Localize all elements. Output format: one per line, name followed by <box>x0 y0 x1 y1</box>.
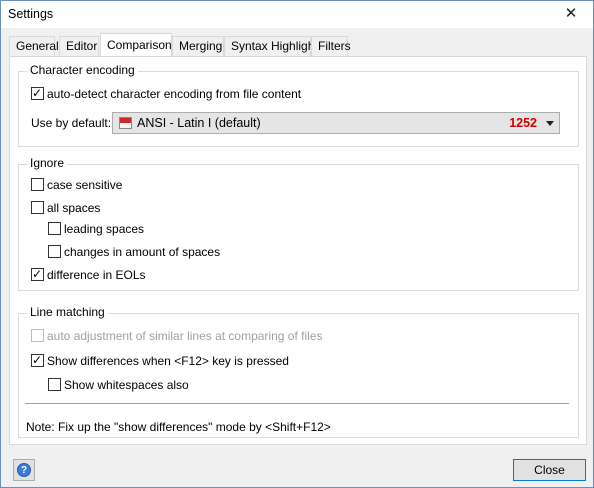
character-encoding-group: Character encoding ✓ auto-detect characte… <box>18 63 579 147</box>
tab-general[interactable]: General <box>9 36 59 56</box>
leading-spaces-label: leading spaces <box>64 222 145 236</box>
default-encoding-value: ANSI - Latin I (default) <box>137 116 261 130</box>
window-close-button[interactable]: ✕ <box>549 1 593 28</box>
changes-in-spaces-label: changes in amount of spaces <box>64 245 221 259</box>
auto-adjustment-label: auto adjustment of similar lines at comp… <box>47 329 323 343</box>
chevron-down-icon[interactable] <box>546 121 554 126</box>
line-matching-group: Line matching auto adjustment of similar… <box>18 305 579 438</box>
all-spaces-checkbox[interactable]: all spaces <box>31 201 100 217</box>
line-matching-title: Line matching <box>27 305 108 319</box>
case-sensitive-label: case sensitive <box>47 178 123 192</box>
tab-editor[interactable]: Editor <box>59 36 99 56</box>
check-icon: ✓ <box>32 267 43 281</box>
check-icon: ✓ <box>32 353 43 367</box>
show-whitespaces-checkbox[interactable]: Show whitespaces also <box>48 378 189 394</box>
case-sensitive-checkbox[interactable]: case sensitive <box>31 178 122 194</box>
difference-in-eols-label: difference in EOLs <box>47 268 146 282</box>
checkbox-box[interactable] <box>48 378 61 391</box>
show-whitespaces-label: Show whitespaces also <box>64 378 189 392</box>
character-encoding-title: Character encoding <box>27 63 138 77</box>
tab-merging[interactable]: Merging <box>172 36 224 56</box>
close-button[interactable]: Close <box>513 459 586 481</box>
ignore-title: Ignore <box>27 156 68 170</box>
auto-detect-encoding-checkbox[interactable]: ✓ auto-detect character encoding from fil… <box>31 86 302 103</box>
code-page-number: 1252 <box>509 116 537 130</box>
tab-strip: General Editor Comparison Merging Syntax… <box>9 33 589 58</box>
show-differences-checkbox[interactable]: ✓ Show differences when <F12> key is pres… <box>31 353 289 370</box>
divider <box>25 403 569 404</box>
checkbox-box[interactable] <box>31 178 44 191</box>
help-icon: ? <box>17 463 31 477</box>
show-differences-label: Show differences when <F12> key is press… <box>47 354 289 368</box>
difference-in-eols-checkbox[interactable]: ✓ difference in EOLs <box>31 267 146 284</box>
ignore-group: Ignore case sensitive all spaces leading… <box>18 156 579 291</box>
check-icon: ✓ <box>32 86 43 100</box>
checkbox-box[interactable] <box>48 222 61 235</box>
window-title: Settings <box>8 7 54 21</box>
use-by-default-label: Use by default: <box>31 116 112 130</box>
comparison-panel: Character encoding ✓ auto-detect characte… <box>9 56 587 445</box>
tab-comparison[interactable]: Comparison <box>100 33 172 56</box>
checkbox-box[interactable]: ✓ <box>31 86 44 100</box>
shift-f12-note: Note: Fix up the "show differences" mode… <box>26 420 331 434</box>
leading-spaces-checkbox[interactable]: leading spaces <box>48 222 144 238</box>
help-button[interactable]: ? <box>13 459 35 481</box>
auto-detect-label: auto-detect character encoding from file… <box>47 87 302 101</box>
tab-filters[interactable]: Filters <box>311 36 351 56</box>
checkbox-box[interactable] <box>31 201 44 214</box>
title-bar: Settings ✕ <box>1 1 593 28</box>
changes-in-spaces-checkbox[interactable]: changes in amount of spaces <box>48 245 220 261</box>
settings-window: Settings ✕ General Editor Comparison Mer… <box>0 0 594 488</box>
checkbox-box[interactable] <box>48 245 61 258</box>
checkbox-box <box>31 329 44 342</box>
default-encoding-select[interactable]: ANSI - Latin I (default) 1252 <box>112 112 560 134</box>
checkbox-box[interactable]: ✓ <box>31 267 44 281</box>
checkbox-box[interactable]: ✓ <box>31 353 44 367</box>
tab-syntax-highlight[interactable]: Syntax Highlight <box>224 36 318 56</box>
all-spaces-label: all spaces <box>47 201 101 215</box>
flag-icon <box>119 117 132 129</box>
auto-adjustment-checkbox: auto adjustment of similar lines at comp… <box>31 329 322 345</box>
